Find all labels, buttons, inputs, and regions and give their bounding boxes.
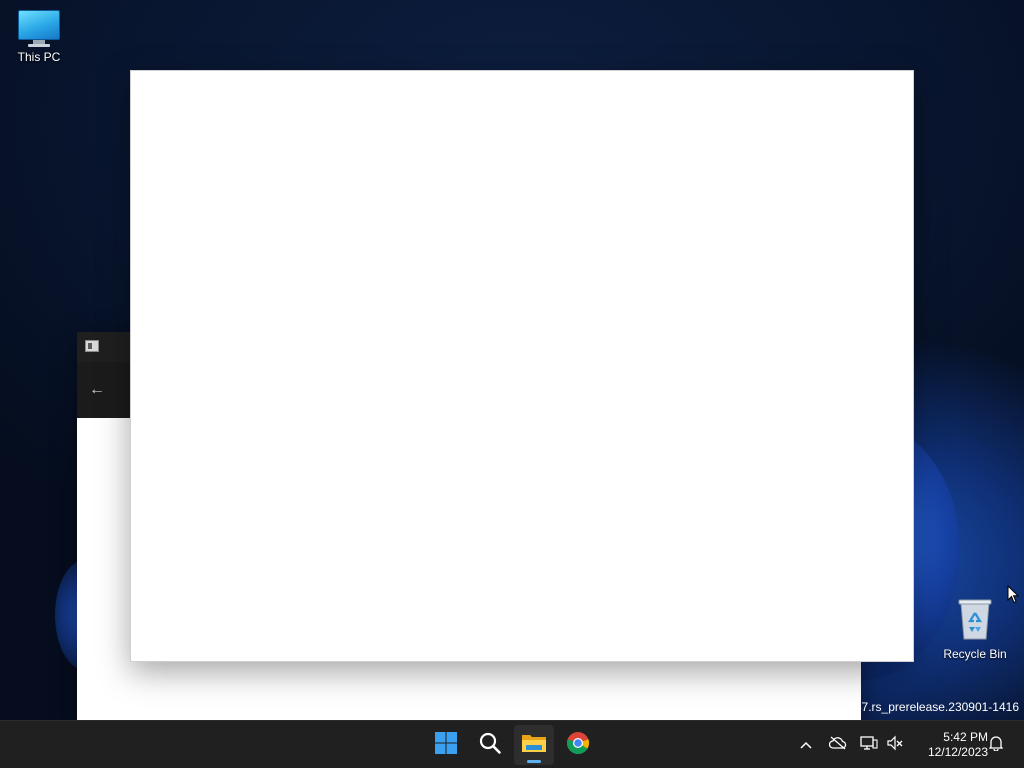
chrome-taskbar-button[interactable] [558,725,598,765]
start-button[interactable] [426,725,466,765]
chrome-icon [566,731,590,760]
clock-button[interactable]: 5:42 PM 12/12/2023 [912,721,988,768]
windows-start-icon [434,731,458,760]
build-watermark: 947.rs_prerelease.230901-1416 [848,700,1019,714]
desktop-icon-this-pc[interactable]: This PC [1,10,77,64]
app-window-icon [85,340,99,352]
network-tray-button[interactable] [858,721,880,768]
network-icon [860,735,878,756]
taskbar: 5:42 PM 12/12/2023 [0,720,1024,768]
blank-window[interactable] [130,70,914,662]
chevron-up-icon [800,736,812,754]
notification-bell-icon [988,735,1004,756]
running-indicator [527,760,541,763]
onedrive-tray-button[interactable] [826,721,850,768]
back-arrow-icon[interactable]: ← [89,380,105,400]
desktop: This PC Recycle Bin ← 947.rs_prerelease.… [0,0,1024,720]
desktop-icon-label: This PC [17,50,61,64]
notifications-button[interactable] [985,721,1007,768]
onedrive-offline-icon [828,736,847,755]
desktop-icon-recycle-bin[interactable]: Recycle Bin [937,597,1013,661]
search-button[interactable] [470,725,510,765]
volume-tray-button[interactable] [884,721,906,768]
recycle-bin-icon [937,597,1013,644]
folder-icon [521,732,547,759]
mouse-cursor-icon [1007,584,1020,609]
search-icon [478,731,502,760]
volume-muted-icon [886,735,904,756]
clock-time: 5:42 PM [943,730,988,744]
monitor-icon [1,10,77,47]
clock-date: 12/12/2023 [927,745,988,759]
file-explorer-taskbar-button[interactable] [514,725,554,765]
show-hidden-icons-button[interactable] [796,721,816,768]
desktop-icon-label: Recycle Bin [943,647,1007,661]
